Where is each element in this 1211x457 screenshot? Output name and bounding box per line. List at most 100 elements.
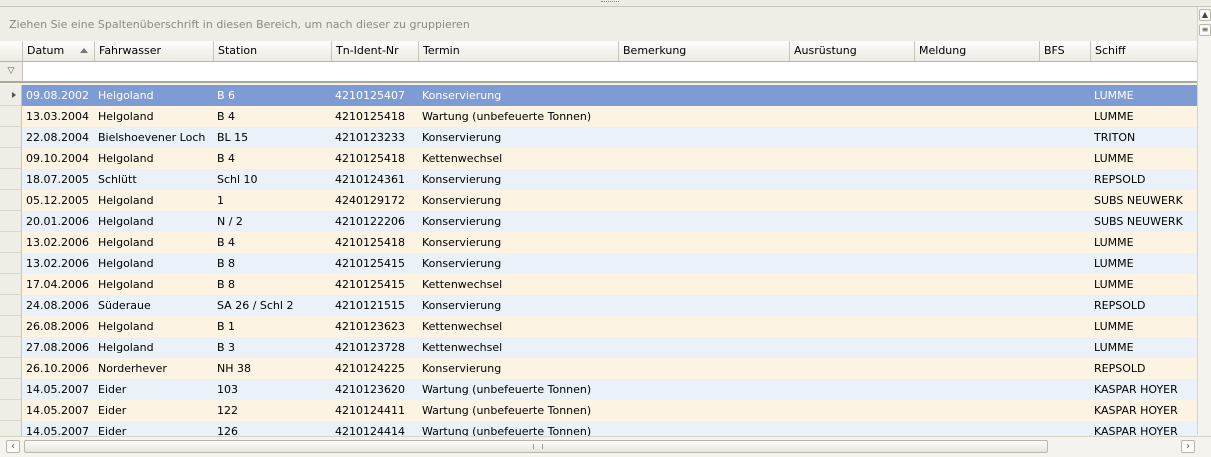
cell-datum[interactable]: 14.05.2007	[23, 400, 98, 421]
cell-termin[interactable]: Konservierung	[419, 232, 622, 253]
cell-schiff[interactable]: KASPAR HOYER	[1091, 379, 1197, 400]
cell-tn[interactable]: 4210121515	[332, 295, 422, 316]
cell-schiff[interactable]: LUMME	[1091, 274, 1197, 295]
cell-fahrwasser[interactable]: Helgoland	[95, 316, 217, 337]
row-indicator[interactable]	[0, 85, 22, 106]
cell-tn[interactable]: 4210123233	[332, 127, 422, 148]
cell-fahrwasser[interactable]: Bielshoevener Loch	[95, 127, 217, 148]
cell-termin[interactable]: Konservierung	[419, 211, 622, 232]
cell-fahrwasser[interactable]: Helgoland	[95, 85, 217, 106]
cell-station[interactable]: SA 26 / Schl 2	[214, 295, 335, 316]
cell-schiff[interactable]: KASPAR HOYER	[1091, 421, 1197, 436]
cell-station[interactable]: NH 38	[214, 358, 335, 379]
cell-termin[interactable]: Konservierung	[419, 169, 622, 190]
cell-termin[interactable]: Konservierung	[419, 358, 622, 379]
cell-termin[interactable]: Wartung (unbefeuerte Tonnen)	[419, 379, 622, 400]
row-indicator[interactable]	[0, 190, 22, 211]
cell-fahrwasser[interactable]: Schlütt	[95, 169, 217, 190]
table-row[interactable]: 14.05.2007 Eider 103 4210123620 Wartung (unb…	[0, 379, 1197, 400]
cell-datum[interactable]: 22.08.2004	[23, 127, 98, 148]
top-splitter[interactable]	[0, 0, 1211, 7]
cell-schiff[interactable]: SUBS NEUWERK	[1091, 190, 1197, 211]
horizontal-scroll-thumb[interactable]	[24, 440, 1048, 453]
cell-datum[interactable]: 14.05.2007	[23, 421, 98, 436]
cell-datum[interactable]: 18.07.2005	[23, 169, 98, 190]
filter-funnel-icon[interactable]: ▽	[0, 62, 23, 81]
cell-datum[interactable]: 13.03.2004	[23, 106, 98, 127]
cell-station[interactable]: 122	[214, 400, 335, 421]
table-row[interactable]: 09.08.2002 Helgoland B 6 4210125407 Konservi…	[0, 85, 1197, 106]
cell-fahrwasser[interactable]: Helgoland	[95, 253, 217, 274]
chevron-right-icon[interactable]: ›	[1181, 440, 1195, 453]
row-indicator[interactable]	[0, 358, 22, 379]
cell-termin[interactable]: Kettenwechsel	[419, 337, 622, 358]
cell-schiff[interactable]: LUMME	[1091, 85, 1197, 106]
cell-station[interactable]: B 3	[214, 337, 335, 358]
cell-schiff[interactable]: KASPAR HOYER	[1091, 400, 1197, 421]
cell-station[interactable]: B 4	[214, 232, 335, 253]
cell-schiff[interactable]: LUMME	[1091, 232, 1197, 253]
table-row[interactable]: 13.02.2006 Helgoland B 8 4210125415 Konservi…	[0, 253, 1197, 274]
column-chooser-icon[interactable]: ≡	[1199, 24, 1211, 36]
cell-tn[interactable]: 4210122206	[332, 211, 422, 232]
cell-station[interactable]: B 1	[214, 316, 335, 337]
cell-tn[interactable]: 4210125415	[332, 253, 422, 274]
cell-tn[interactable]: 4210125418	[332, 148, 422, 169]
cell-fahrwasser[interactable]: Helgoland	[95, 190, 217, 211]
cell-station[interactable]: B 4	[214, 106, 335, 127]
table-row[interactable]: 27.08.2006 Helgoland B 3 4210123728 Kettenwe…	[0, 337, 1197, 358]
cell-tn[interactable]: 4240129172	[332, 190, 422, 211]
row-indicator[interactable]	[0, 316, 22, 337]
table-row[interactable]: 26.10.2006 Norderhever NH 38 4210124225 Kons…	[0, 358, 1197, 379]
cell-fahrwasser[interactable]: Norderhever	[95, 358, 217, 379]
cell-datum[interactable]: 26.08.2006	[23, 316, 98, 337]
horizontal-scrollbar[interactable]: ‹ ›	[0, 436, 1211, 457]
row-indicator[interactable]	[0, 106, 22, 127]
cell-datum[interactable]: 26.10.2006	[23, 358, 98, 379]
table-row[interactable]: 18.07.2005 Schlütt Schl 10 4210124361 Konser…	[0, 169, 1197, 190]
cell-schiff[interactable]: LUMME	[1091, 337, 1197, 358]
cell-tn[interactable]: 4210125407	[332, 85, 422, 106]
cell-station[interactable]: 1	[214, 190, 335, 211]
column-header-meldung[interactable]: Meldung	[915, 41, 1040, 61]
cell-schiff[interactable]: LUMME	[1091, 253, 1197, 274]
chevron-up-icon[interactable]: ▲	[1199, 9, 1211, 21]
cell-station[interactable]: B 6	[214, 85, 335, 106]
table-row[interactable]: 17.04.2006 Helgoland B 8 4210125415 Kettenwe…	[0, 274, 1197, 295]
cell-station[interactable]: N / 2	[214, 211, 335, 232]
cell-termin[interactable]: Kettenwechsel	[419, 316, 622, 337]
cell-datum[interactable]: 05.12.2005	[23, 190, 98, 211]
cell-schiff[interactable]: LUMME	[1091, 148, 1197, 169]
cell-fahrwasser[interactable]: Eider	[95, 421, 217, 436]
cell-termin[interactable]: Wartung (unbefeuerte Tonnen)	[419, 400, 622, 421]
cell-station[interactable]: B 4	[214, 148, 335, 169]
cell-fahrwasser[interactable]: Helgoland	[95, 232, 217, 253]
cell-datum[interactable]: 09.08.2002	[23, 85, 98, 106]
cell-schiff[interactable]: LUMME	[1091, 316, 1197, 337]
cell-fahrwasser[interactable]: Helgoland	[95, 148, 217, 169]
column-header-bemerkung[interactable]: Bemerkung	[619, 41, 790, 61]
row-indicator[interactable]	[0, 148, 22, 169]
cell-datum[interactable]: 14.05.2007	[23, 379, 98, 400]
cell-termin[interactable]: Konservierung	[419, 127, 622, 148]
group-by-panel[interactable]: Ziehen Sie eine Spaltenüberschrift in di…	[0, 7, 1197, 42]
cell-datum[interactable]: 27.08.2006	[23, 337, 98, 358]
cell-schiff[interactable]: REPSOLD	[1091, 295, 1197, 316]
cell-termin[interactable]: Konservierung	[419, 85, 622, 106]
cell-station[interactable]: Schl 10	[214, 169, 335, 190]
row-indicator[interactable]	[0, 379, 22, 400]
cell-station[interactable]: B 8	[214, 274, 335, 295]
column-header-station[interactable]: Station	[214, 41, 332, 61]
auto-filter-row[interactable]: ▽	[0, 62, 1197, 83]
cell-station[interactable]: BL 15	[214, 127, 335, 148]
column-header-ausruestung[interactable]: Ausrüstung	[790, 41, 915, 61]
column-header-schiff[interactable]: Schiff	[1091, 41, 1197, 61]
cell-schiff[interactable]: LUMME	[1091, 106, 1197, 127]
row-indicator[interactable]	[0, 169, 22, 190]
row-indicator[interactable]	[0, 127, 22, 148]
cell-termin[interactable]: Kettenwechsel	[419, 148, 622, 169]
cell-schiff[interactable]: REPSOLD	[1091, 358, 1197, 379]
column-header-termin[interactable]: Termin	[419, 41, 619, 61]
cell-datum[interactable]: 13.02.2006	[23, 232, 98, 253]
table-row[interactable]: 13.03.2004 Helgoland B 4 4210125418 Wartung …	[0, 106, 1197, 127]
